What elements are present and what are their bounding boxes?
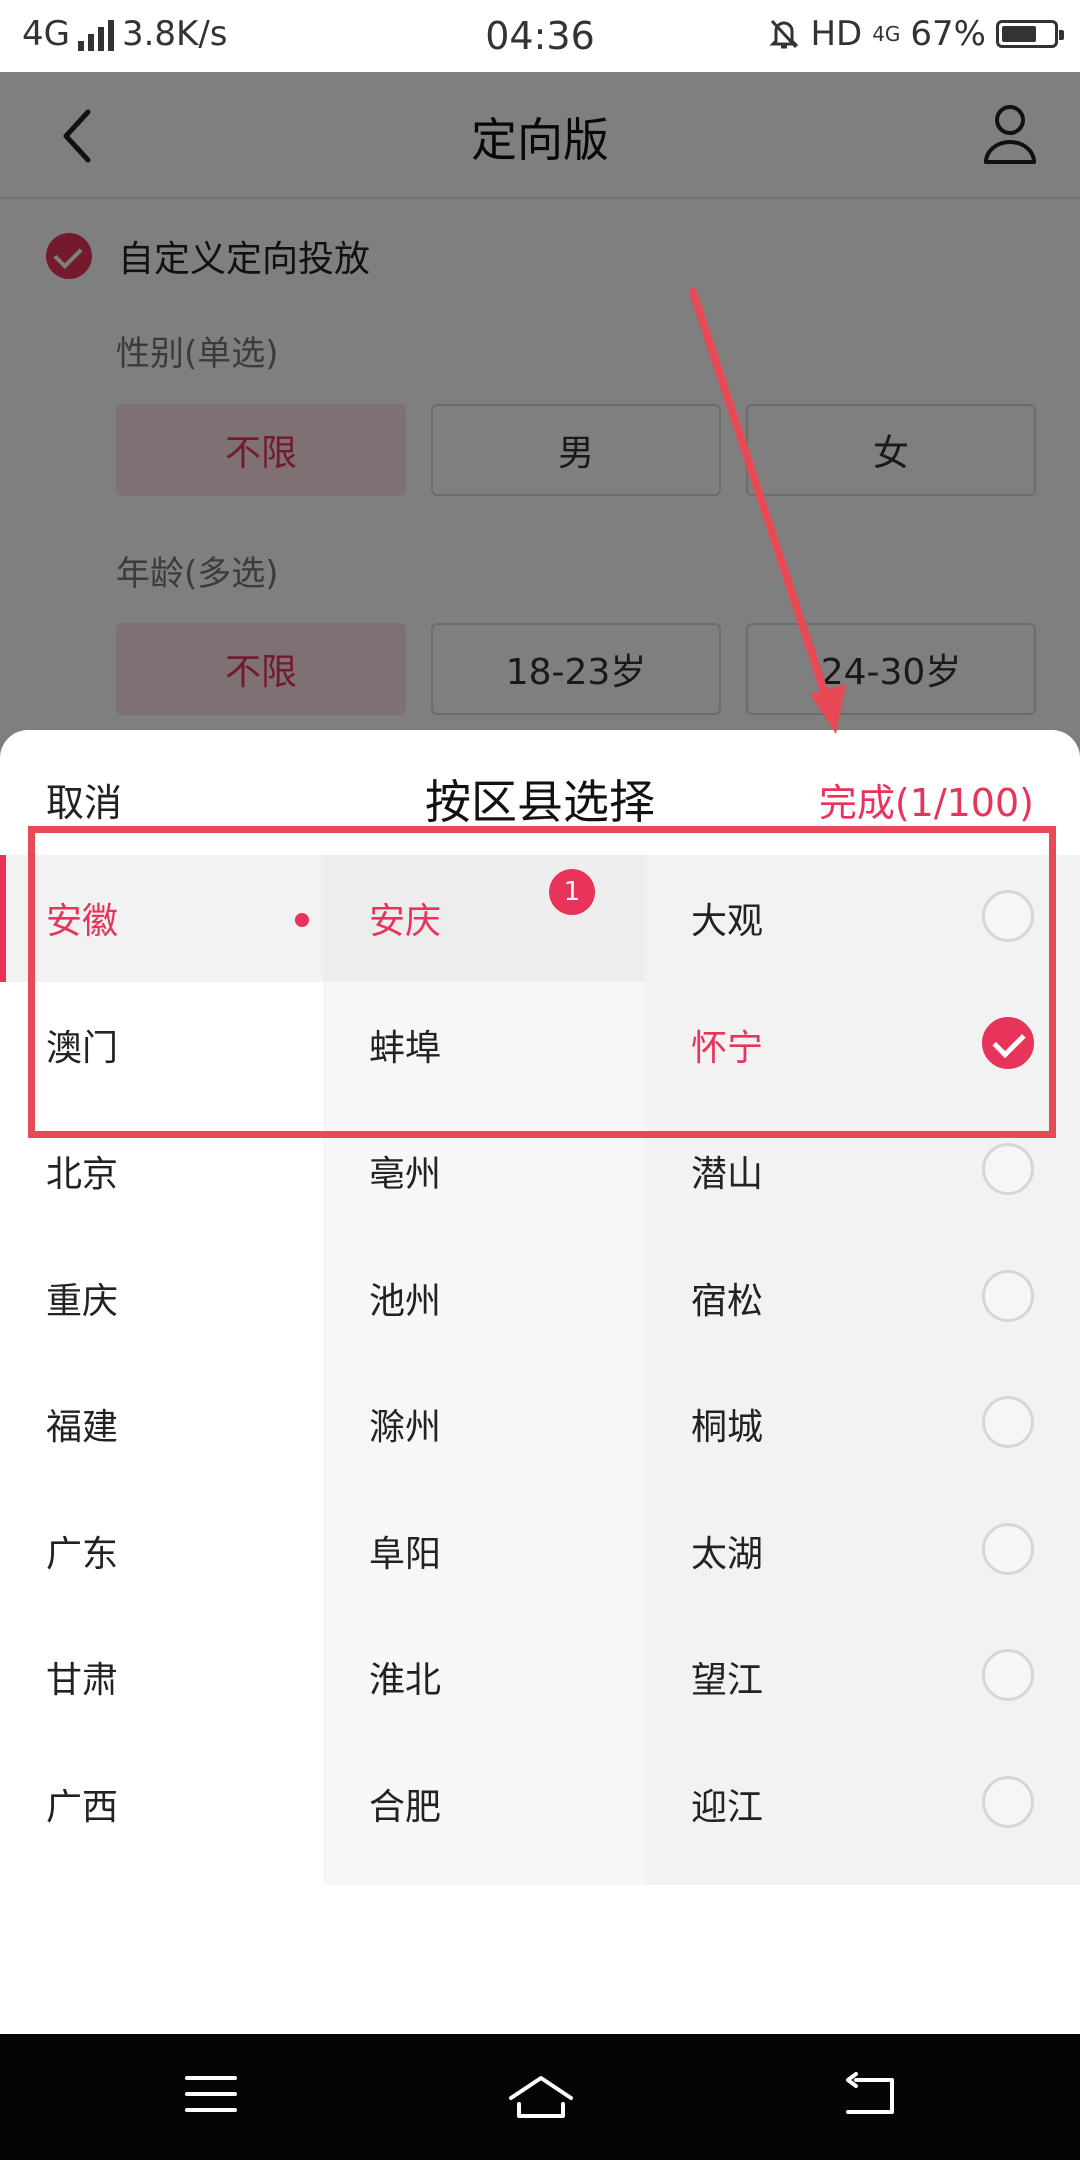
network-type-label: 4G	[872, 22, 901, 46]
district-label: 桐城	[691, 1407, 764, 1449]
battery-percent: 67%	[910, 14, 986, 54]
radio-unchecked-icon[interactable]	[982, 1143, 1034, 1195]
district-label: 潜山	[691, 1154, 764, 1196]
city-label: 亳州	[369, 1154, 442, 1196]
radio-unchecked-icon[interactable]	[982, 1775, 1034, 1828]
city-item[interactable]: 池州	[323, 1235, 645, 1362]
done-button[interactable]: 完成(1/100)	[819, 772, 1034, 827]
province-label: 福建	[46, 1407, 119, 1449]
radio-unchecked-icon[interactable]	[982, 1269, 1034, 1322]
district-label: 迎江	[691, 1786, 764, 1828]
district-item[interactable]: 桐城	[645, 1361, 1080, 1488]
menu-icon[interactable]	[184, 2072, 238, 2116]
status-right: HD 4G 67%	[768, 14, 1064, 54]
province-label: 广西	[46, 1786, 119, 1828]
district-item[interactable]: 宿松	[645, 1235, 1080, 1362]
province-item[interactable]: 福建	[0, 1361, 323, 1488]
home-icon[interactable]	[505, 2072, 577, 2120]
radio-unchecked-icon[interactable]	[982, 1522, 1034, 1575]
battery-level	[1002, 26, 1036, 42]
mute-bell-icon	[769, 19, 800, 49]
province-label: 北京	[46, 1154, 119, 1196]
hd-label: HD	[810, 14, 863, 54]
highlight-box	[28, 826, 1056, 1138]
city-item[interactable]: 淮北	[323, 1614, 645, 1741]
status-bar: 4G 3.8K/s 04:36 HD 4G 67%	[0, 0, 1080, 72]
active-indicator	[0, 855, 6, 982]
district-label: 望江	[691, 1660, 764, 1702]
radio-unchecked-icon[interactable]	[982, 1396, 1034, 1448]
district-item[interactable]: 望江	[645, 1614, 1080, 1741]
district-item[interactable]: 迎江	[645, 1741, 1080, 1868]
district-label: 宿松	[691, 1280, 764, 1322]
province-item[interactable]: 广西	[0, 1741, 323, 1868]
city-item[interactable]: 合肥	[323, 1741, 645, 1868]
city-label: 池州	[369, 1280, 442, 1322]
radio-unchecked-icon[interactable]	[982, 1649, 1034, 1701]
city-item[interactable]: 阜阳	[323, 1488, 645, 1615]
province-item[interactable]: 重庆	[0, 1235, 323, 1362]
district-label: 太湖	[691, 1533, 764, 1575]
province-label: 广东	[46, 1533, 119, 1575]
district-item[interactable]: 太湖	[645, 1488, 1080, 1615]
city-label: 阜阳	[369, 1533, 442, 1575]
province-label: 重庆	[46, 1280, 119, 1322]
back-icon[interactable]	[842, 2072, 898, 2120]
city-label: 合肥	[369, 1786, 442, 1828]
city-label: 滁州	[369, 1407, 442, 1449]
battery-icon	[996, 20, 1064, 48]
system-nav-bar	[0, 2034, 1080, 2160]
city-label: 淮北	[369, 1660, 442, 1702]
province-item[interactable]: 甘肃	[0, 1614, 323, 1741]
province-item[interactable]: 广东	[0, 1488, 323, 1615]
province-label: 甘肃	[46, 1660, 119, 1702]
city-item[interactable]: 滁州	[323, 1361, 645, 1488]
